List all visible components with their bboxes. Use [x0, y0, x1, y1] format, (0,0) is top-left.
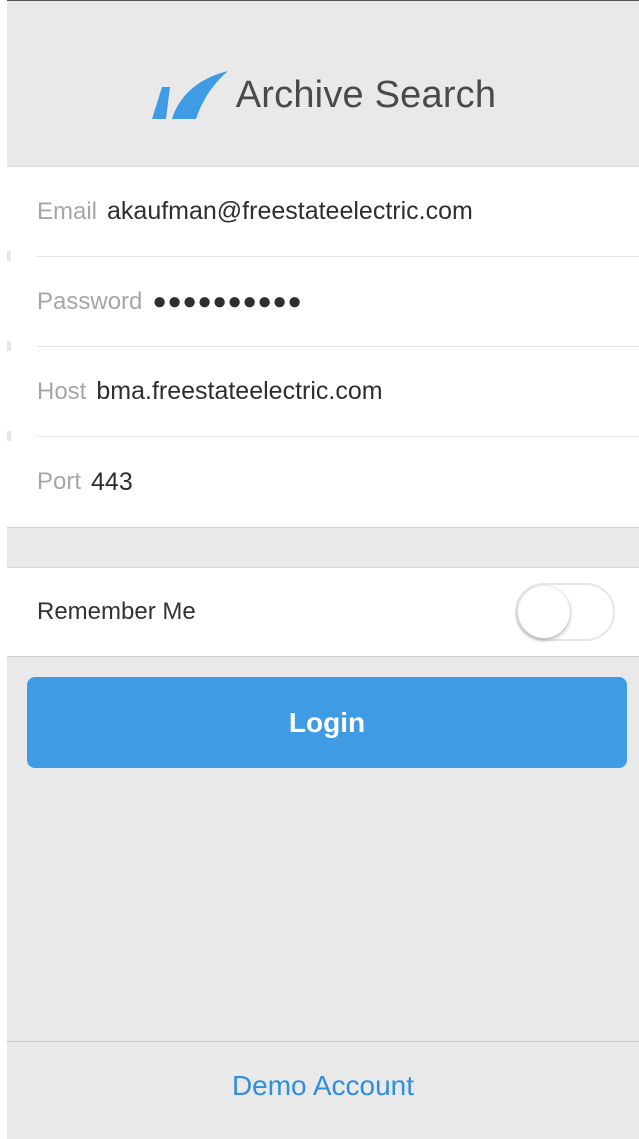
port-field[interactable]: Port 443 [37, 437, 639, 527]
top-border [7, 0, 639, 1]
app-title: Archive Search [235, 73, 497, 116]
login-button[interactable]: Login [27, 677, 627, 768]
host-label: Host [37, 377, 87, 405]
toggle-knob [518, 586, 570, 638]
remember-me-label: Remember Me [37, 598, 196, 625]
barracuda-fin-icon [151, 71, 228, 119]
app-logo: Archive Search [150, 69, 496, 121]
email-input[interactable]: akaufman@freestateelectric.com [107, 197, 473, 226]
password-field[interactable]: Password ●●●●●●●●●● [37, 257, 639, 347]
login-screen: Archive Search Email akaufman@freestatee… [7, 0, 639, 1139]
port-input[interactable]: 443 [91, 468, 133, 497]
row-edge-mark [7, 341, 11, 351]
password-label: Password [37, 287, 143, 315]
port-label: Port [37, 468, 82, 495]
login-form: Email akaufman@freestateelectric.com Pas… [7, 166, 639, 528]
remember-me-toggle[interactable] [515, 583, 615, 641]
demo-account-link[interactable]: Demo Account [7, 1042, 639, 1130]
email-field[interactable]: Email akaufman@freestateelectric.com [37, 167, 639, 257]
host-field[interactable]: Host bma.freestateelectric.com [37, 347, 639, 437]
remember-me-row: Remember Me [7, 567, 639, 657]
host-input[interactable]: bma.freestateelectric.com [96, 377, 382, 406]
email-label: Email [37, 197, 98, 225]
row-edge-mark [7, 251, 11, 261]
password-input[interactable]: ●●●●●●●●●● [152, 288, 302, 316]
app-header: Archive Search [7, 40, 639, 150]
row-edge-mark [7, 431, 11, 441]
